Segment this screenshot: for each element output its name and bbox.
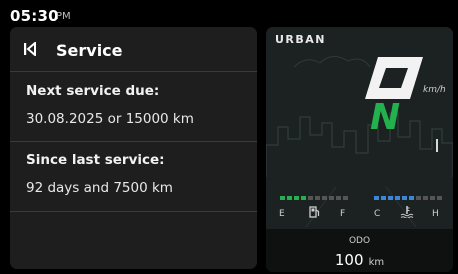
gear-indicator: N xyxy=(370,97,401,138)
temp-gauge-segment xyxy=(423,196,428,200)
fuel-full-label: F xyxy=(340,209,346,219)
fuel-gauge-segment xyxy=(322,196,327,200)
fuel-gauge-segment xyxy=(329,196,334,200)
fuel-gauge-segment xyxy=(287,196,292,200)
fuel-pump-icon xyxy=(309,206,320,218)
back-chevron-icon[interactable] xyxy=(23,42,37,56)
rpm-tick xyxy=(436,139,438,152)
temp-gauge-segment xyxy=(395,196,400,200)
status-bar: 05:30 PM xyxy=(0,0,458,26)
temp-gauge-segment xyxy=(416,196,421,200)
fuel-gauge-segment xyxy=(280,196,285,200)
temp-gauge-segment xyxy=(388,196,393,200)
fuel-empty-label: E xyxy=(279,209,285,219)
fuel-gauge-segment xyxy=(343,196,348,200)
service-panel: Service Next service due: 30.08.2025 or … xyxy=(10,27,257,269)
speed-unit: km/h xyxy=(423,85,446,95)
fuel-gauge-segment xyxy=(336,196,341,200)
since-service-value: 92 days and 7500 km xyxy=(26,180,173,196)
instrument-cluster: URBAN km/h N E F C H ODO 100 km xyxy=(266,27,453,272)
temp-gauge-segment xyxy=(430,196,435,200)
divider xyxy=(10,141,257,142)
service-header[interactable]: Service xyxy=(10,27,257,71)
clock-ampm: PM xyxy=(56,11,71,22)
odo-label: ODO xyxy=(348,236,371,246)
next-service-value: 30.08.2025 or 15000 km xyxy=(26,111,194,127)
since-service-label: Since last service: xyxy=(26,152,165,168)
speed-digit xyxy=(365,57,423,99)
odo-reading: 100 km xyxy=(266,250,453,269)
clock-time: 05:30 xyxy=(10,7,59,25)
odometer: ODO 100 km xyxy=(266,229,453,272)
temp-gauge-segment xyxy=(402,196,407,200)
temp-gauge-segment xyxy=(409,196,414,200)
odo-unit: km xyxy=(368,257,385,268)
coolant-temp-icon xyxy=(400,206,414,218)
fuel-gauge-segment xyxy=(294,196,299,200)
temp-gauge-segment xyxy=(437,196,442,200)
fuel-gauge-segment xyxy=(301,196,306,200)
temp-gauge-segment xyxy=(374,196,379,200)
drive-mode-label: URBAN xyxy=(275,33,327,46)
divider xyxy=(10,211,257,212)
fuel-gauge-segment xyxy=(315,196,320,200)
divider xyxy=(10,71,257,72)
odo-value: 100 xyxy=(334,251,364,269)
next-service-label: Next service due: xyxy=(26,83,160,99)
temp-gauge-segment xyxy=(381,196,386,200)
temp-hot-label: H xyxy=(432,209,439,219)
fuel-gauge-segment xyxy=(308,196,313,200)
temp-cold-label: C xyxy=(374,209,381,219)
service-title: Service xyxy=(56,41,123,60)
